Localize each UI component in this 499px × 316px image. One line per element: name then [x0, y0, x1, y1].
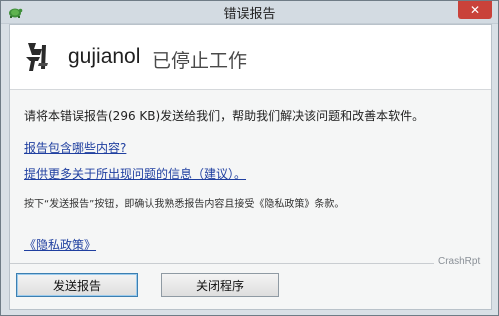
dialog-content: gujianol 已停止工作 请将本错误报告(296 KB)发送给我们，帮助我们…: [9, 24, 492, 310]
send-report-button[interactable]: 发送报告: [16, 273, 138, 297]
more-info-link[interactable]: 提供更多关于所出现问题的信息（建议）。: [24, 165, 246, 182]
report-message: 请将本错误报告(296 KB)发送给我们，帮助我们解决该问题和改善本软件。: [24, 109, 425, 123]
error-report-window: 错误报告 ✕ gujianol 已停止工作 请将本错误报告(296 KB)发送给…: [0, 0, 499, 316]
close-program-button[interactable]: 关闭程序: [161, 273, 279, 297]
window-title: 错误报告: [223, 7, 276, 22]
close-icon[interactable]: ✕: [458, 1, 492, 19]
footer-divider: [10, 263, 434, 264]
title-bar[interactable]: 错误报告 ✕: [1, 1, 498, 24]
crashrpt-brand: CrashRpt: [438, 256, 481, 267]
dialog-header: gujianol 已停止工作: [10, 25, 491, 90]
app-name: gujianol: [68, 45, 141, 68]
consent-note: 按下“发送报告”按钮，即确认我熟悉报告内容且接受《隐私政策》条款。: [24, 199, 345, 210]
app-status-text: 已停止工作: [152, 50, 248, 72]
privacy-policy-link[interactable]: 《隐私政策》: [24, 236, 96, 253]
calligraphy-logo-icon: [22, 39, 52, 73]
report-contents-link[interactable]: 报告包含哪些内容?: [24, 139, 126, 156]
